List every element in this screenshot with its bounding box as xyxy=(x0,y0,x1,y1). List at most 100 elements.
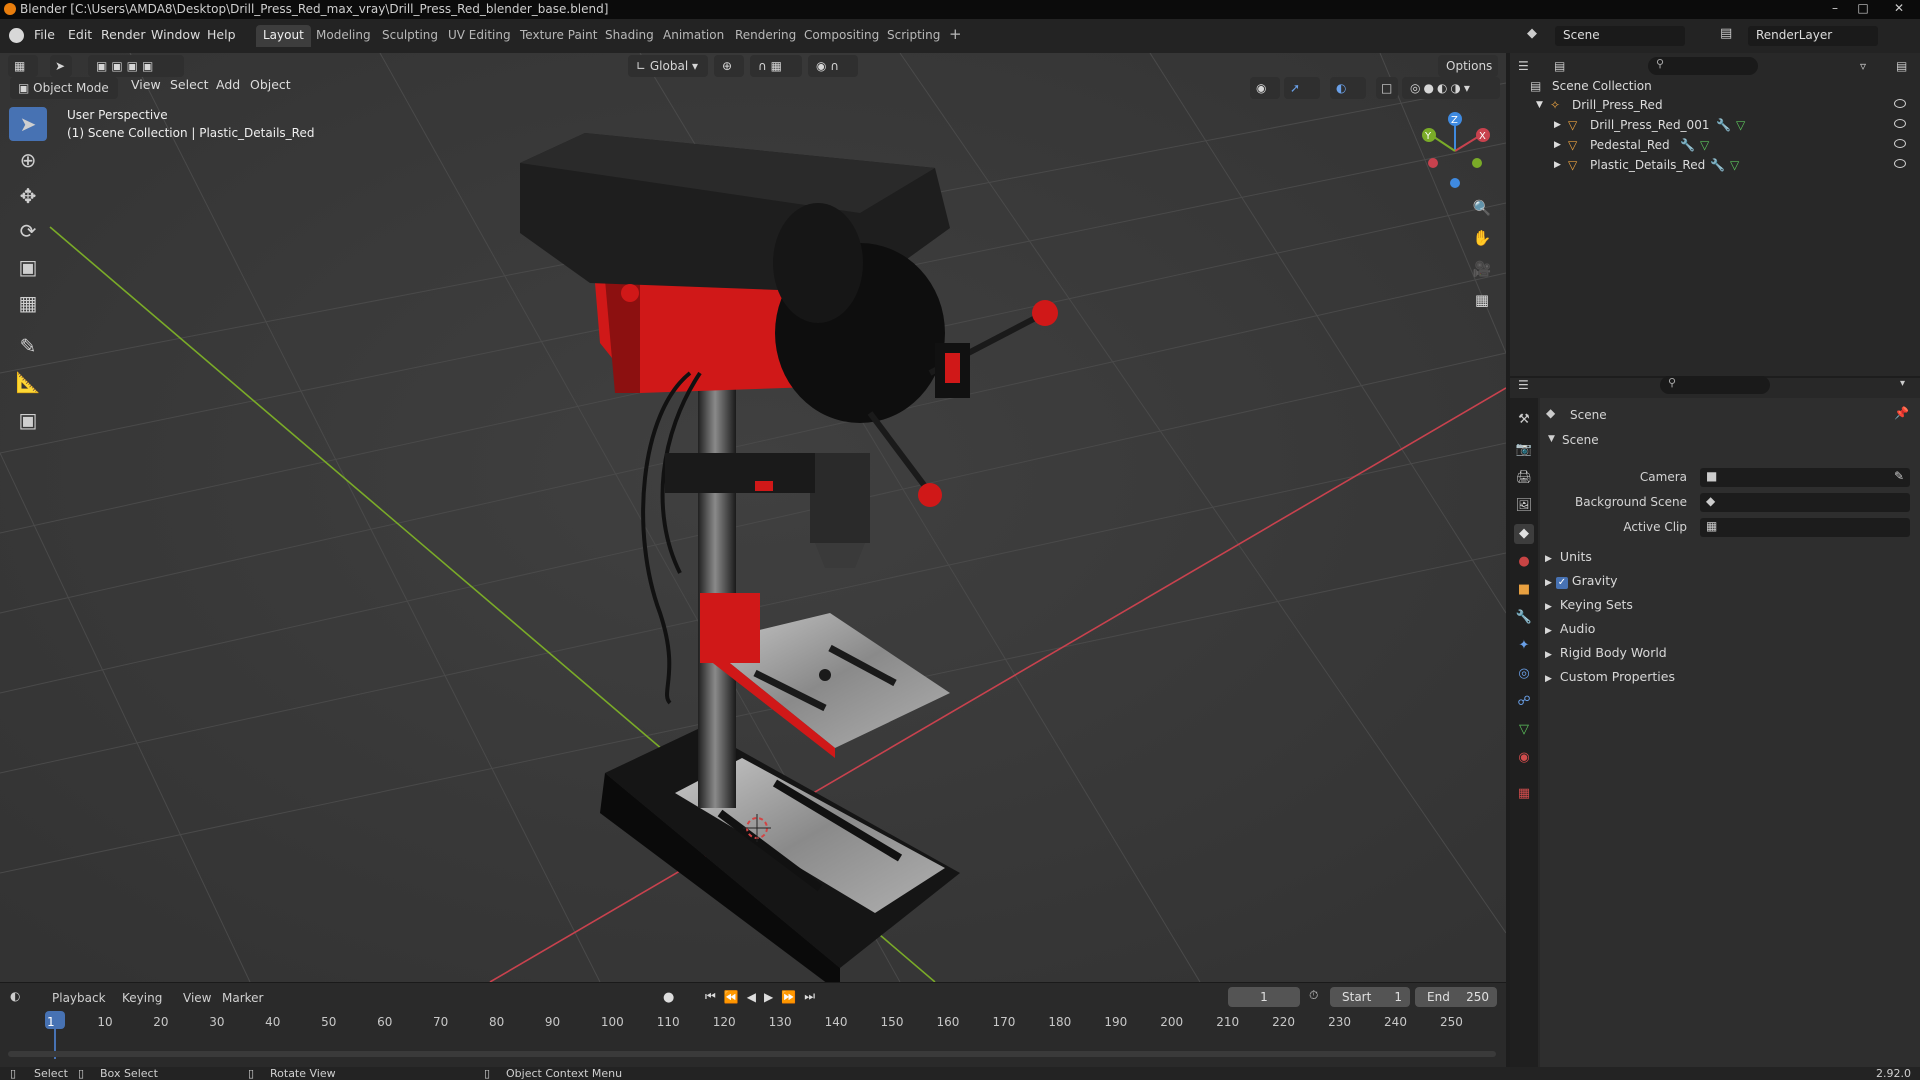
outliner-object-row[interactable]: ▶ ▽ Drill_Press_Red_001 🔧 ▽ xyxy=(1510,115,1920,135)
minimize-button[interactable]: – xyxy=(1822,0,1848,17)
visibility-filter-icon[interactable]: ◉ xyxy=(1250,77,1280,99)
menu-help[interactable]: Help xyxy=(207,27,236,42)
tab-texture-paint[interactable]: Texture Paint xyxy=(513,25,604,47)
timeline-editor[interactable]: ◐ Playback Keying View Marker ● ⏮ ⏪ ◀ ▶ … xyxy=(0,982,1506,1067)
units-panel[interactable]: ▶ Units xyxy=(1545,549,1592,564)
outliner-editor-type-icon[interactable]: ☰ xyxy=(1518,59,1546,73)
properties-search-input[interactable]: ⚲ xyxy=(1660,376,1770,394)
ortho-toggle-icon[interactable]: ▦ xyxy=(1469,287,1495,313)
viewport-menu-select[interactable]: Select xyxy=(170,77,209,92)
display-mode-icon[interactable]: ▤ xyxy=(1554,59,1582,73)
view-layer-icon[interactable]: ▤ xyxy=(1720,26,1744,46)
render-tab-icon[interactable]: 📷 xyxy=(1514,440,1534,460)
outliner-search-input[interactable]: ⚲ xyxy=(1648,57,1758,75)
measure-tool-icon[interactable]: 📐 xyxy=(9,365,47,399)
modifier-tab-icon[interactable]: 🔧 xyxy=(1514,608,1534,628)
expand-arrow-icon[interactable]: ▶ xyxy=(1554,135,1561,155)
new-collection-icon[interactable]: ▤ xyxy=(1896,59,1907,73)
add-workspace-button[interactable]: + xyxy=(942,25,969,47)
timeline-scrollbar[interactable] xyxy=(8,1051,1496,1057)
maximize-button[interactable]: □ xyxy=(1850,0,1876,17)
tab-compositing[interactable]: Compositing xyxy=(797,25,886,47)
viewport-menu-add[interactable]: Add xyxy=(216,77,240,92)
close-button[interactable]: ✕ xyxy=(1880,0,1918,17)
xray-toggle-icon[interactable]: □ xyxy=(1376,77,1398,99)
expand-arrow-icon[interactable]: ▶ xyxy=(1554,115,1561,135)
transform-orientation-dropdown[interactable]: ∟ Global ▾ xyxy=(628,55,708,77)
viewport-menu-view[interactable]: View xyxy=(131,77,161,92)
pin-icon[interactable]: 📌 xyxy=(1894,406,1909,420)
active-clip-field[interactable]: ▦ xyxy=(1700,518,1910,537)
tab-sculpting[interactable]: Sculpting xyxy=(375,25,445,47)
menu-window[interactable]: Window xyxy=(151,27,200,42)
visibility-eye-icon[interactable] xyxy=(1894,159,1906,168)
expand-arrow-icon[interactable]: ▼ xyxy=(1536,95,1543,115)
scene-tab-icon[interactable]: ◆ xyxy=(1514,524,1534,544)
camera-view-icon[interactable]: 🎥 xyxy=(1469,256,1495,282)
tab-scripting[interactable]: Scripting xyxy=(880,25,947,47)
viewport-menu-object[interactable]: Object xyxy=(250,77,291,92)
material-tab-icon[interactable]: ◉ xyxy=(1514,748,1534,768)
audio-panel[interactable]: ▶ Audio xyxy=(1545,621,1595,636)
tab-uv-editing[interactable]: UV Editing xyxy=(441,25,518,47)
menu-render[interactable]: Render xyxy=(101,27,146,42)
view-layer-tab-icon[interactable]: 🖼 xyxy=(1514,496,1534,516)
expand-arrow-icon[interactable]: ▶ xyxy=(1554,155,1561,175)
overlay-toggle-icon[interactable]: ◐ xyxy=(1330,77,1366,99)
tool-tab-icon[interactable]: ⚒ xyxy=(1514,410,1534,430)
filter-icon[interactable]: ▿ xyxy=(1860,59,1866,73)
move-tool-icon[interactable]: ✥ xyxy=(9,179,47,213)
outliner-object-row[interactable]: ▶ ▽ Pedestal_Red 🔧 ▽ xyxy=(1510,135,1920,155)
visibility-eye-icon[interactable] xyxy=(1894,99,1906,108)
visibility-eye-icon[interactable] xyxy=(1894,119,1906,128)
select-box-tool-icon[interactable]: ➤ xyxy=(9,107,47,141)
camera-field[interactable]: ■ ✎ xyxy=(1700,468,1910,487)
scale-tool-icon[interactable]: ▣ xyxy=(9,250,47,284)
world-tab-icon[interactable]: ● xyxy=(1514,552,1534,572)
pan-view-icon[interactable]: ✋ xyxy=(1469,225,1495,251)
scene-panel-header[interactable]: ▼ Scene xyxy=(1544,430,1916,452)
physics-tab-icon[interactable]: ◎ xyxy=(1514,664,1534,684)
tab-layout[interactable]: Layout xyxy=(256,25,311,47)
eyedropper-icon[interactable]: ✎ xyxy=(1894,469,1904,483)
outliner-scene-collection[interactable]: ▤ Scene Collection xyxy=(1510,76,1920,96)
properties-editor-type-icon[interactable]: ☰ xyxy=(1518,378,1546,392)
outliner-panel[interactable]: ☰ ▤ ⚲ ▿ ▤ ▤ Scene Collection ▼ ✧ Drill_P… xyxy=(1510,53,1920,376)
visibility-eye-icon[interactable] xyxy=(1894,139,1906,148)
outliner-object-row[interactable]: ▶ ▽ Plastic_Details_Red 🔧 ▽ xyxy=(1510,155,1920,175)
annotate-tool-icon[interactable]: ✎ xyxy=(9,329,47,363)
scene-selector[interactable]: Scene xyxy=(1555,26,1685,46)
view-layer-selector[interactable]: RenderLayer xyxy=(1748,26,1878,46)
tab-shading[interactable]: Shading xyxy=(598,25,661,47)
proportional-edit-toggle[interactable]: ◉ ∩ xyxy=(808,55,858,77)
add-cube-tool-icon[interactable]: ▣ xyxy=(9,403,47,437)
data-tab-icon[interactable]: ▽ xyxy=(1514,720,1534,740)
transform-tool-icon[interactable]: ▦ xyxy=(9,286,47,320)
blender-menu-icon[interactable] xyxy=(9,28,24,43)
gizmo-toggle-icon[interactable]: ➚ xyxy=(1284,77,1320,99)
frame-ruler[interactable]: 1 10 20 30 40 50 60 70 80 90 100 110 120 130 140 150 160… xyxy=(0,983,1506,1043)
menu-edit[interactable]: Edit xyxy=(68,27,92,42)
options-dropdown[interactable]: Options ▾ xyxy=(1438,55,1498,95)
gravity-panel[interactable]: ▶ ✓ Gravity xyxy=(1545,573,1618,589)
snap-toggle[interactable]: ∩ ▦ xyxy=(750,55,802,77)
outliner-collection-row[interactable]: ▼ ✧ Drill_Press_Red xyxy=(1510,95,1920,115)
particles-tab-icon[interactable]: ✦ xyxy=(1514,636,1534,656)
gravity-checkbox[interactable]: ✓ xyxy=(1555,577,1568,589)
output-tab-icon[interactable]: 🖨 xyxy=(1514,468,1534,488)
shading-mode-buttons[interactable]: ◎●◐◑▾ xyxy=(1402,77,1500,99)
pivot-point-dropdown[interactable]: ⊕ xyxy=(714,55,744,77)
tab-modeling[interactable]: Modeling xyxy=(309,25,378,47)
texture-tab-icon[interactable]: ▦ xyxy=(1514,784,1534,804)
navigation-gizmo[interactable]: Z X Y xyxy=(1415,111,1495,191)
custom-properties-panel[interactable]: ▶ Custom Properties xyxy=(1545,669,1675,684)
background-scene-field[interactable]: ◆ xyxy=(1700,493,1910,512)
object-mode-dropdown[interactable]: ▣ Object Mode ▾ xyxy=(10,77,118,117)
tab-animation[interactable]: Animation xyxy=(656,25,731,47)
scene-icon[interactable]: ◆ xyxy=(1527,26,1551,46)
selection-mode-buttons[interactable]: ▣▣▣▣ xyxy=(88,55,184,77)
object-tab-icon[interactable]: ■ xyxy=(1514,580,1534,600)
menu-file[interactable]: File xyxy=(34,27,55,42)
tab-rendering[interactable]: Rendering xyxy=(728,25,803,47)
properties-options-icon[interactable]: ▾ xyxy=(1900,378,1905,389)
